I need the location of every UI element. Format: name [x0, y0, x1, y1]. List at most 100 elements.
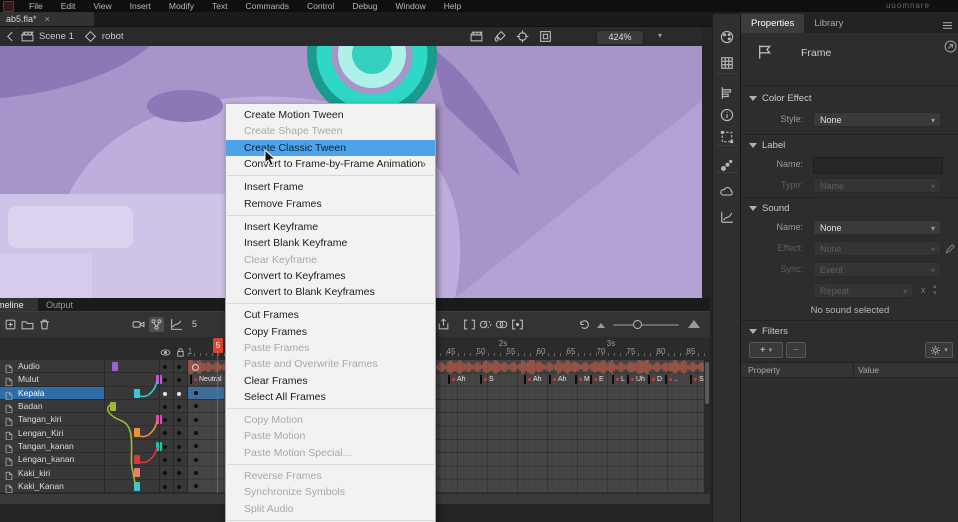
section-label[interactable]: Label	[749, 140, 785, 151]
menu-item-remove-frames[interactable]: Remove Frames	[226, 195, 435, 211]
keyframe-dot[interactable]	[194, 418, 198, 422]
edit-envelope-icon[interactable]	[945, 241, 956, 252]
menu-item-insert-frame[interactable]: Insert Frame	[226, 179, 435, 195]
menu-view[interactable]: View	[84, 0, 120, 12]
brushes-icon[interactable]	[720, 158, 734, 172]
swatches-icon[interactable]	[720, 56, 734, 70]
new-folder-button[interactable]	[21, 318, 34, 331]
keyframe-dot[interactable]	[194, 458, 198, 462]
scrollbar-thumb[interactable]	[705, 362, 709, 404]
frame-label-[interactable]: ..	[665, 374, 678, 385]
menu-item-cut-frames[interactable]: Cut Frames	[226, 307, 435, 323]
tab-output[interactable]: Output	[38, 298, 81, 311]
loop-range-button[interactable]	[463, 318, 476, 331]
layer-name-zone[interactable]: Badan	[0, 400, 104, 412]
frame-label-e[interactable]: E	[590, 374, 604, 385]
align-icon[interactable]	[720, 86, 734, 100]
menu-help[interactable]: Help	[435, 0, 470, 12]
menu-window[interactable]: Window	[386, 0, 434, 12]
menu-item-insert-blank-keyframe[interactable]: Insert Blank Keyframe	[226, 235, 435, 251]
empty-keyframe-icon[interactable]	[192, 364, 199, 371]
remove-filter-button[interactable]: −	[786, 342, 806, 358]
add-filter-button[interactable]: +▾	[749, 342, 783, 358]
frame-label-ah[interactable]: Ah	[524, 374, 542, 385]
layer-name-zone[interactable]: Tangan_kiri	[0, 413, 104, 425]
info-icon[interactable]	[720, 108, 734, 122]
layer-name-zone[interactable]: Lengan_kanan	[0, 453, 104, 465]
paint-icon[interactable]	[493, 30, 506, 43]
sound-name-dropdown[interactable]: None▾	[813, 220, 941, 235]
frame-label-s[interactable]: S	[690, 374, 704, 385]
delete-layer-button[interactable]	[38, 318, 51, 331]
frame-label-m[interactable]: M	[575, 374, 590, 385]
menu-insert[interactable]: Insert	[121, 0, 160, 12]
menu-item-select-all-frames[interactable]: Select All Frames	[226, 389, 435, 405]
zoom-out-frames-icon[interactable]	[597, 323, 605, 328]
center-frame-button[interactable]	[437, 318, 450, 331]
zoom-in-frames-icon[interactable]	[688, 320, 700, 328]
menu-item-convert-to-keyframes[interactable]: Convert to Keyframes	[226, 268, 435, 284]
zoom-level-input[interactable]: 424%	[596, 30, 644, 45]
reset-zoom-button[interactable]	[578, 318, 591, 331]
menu-item-convert-to-blank-keyframes[interactable]: Convert to Blank Keyframes	[226, 284, 435, 300]
menu-item-create-motion-tween[interactable]: Create Motion Tween	[226, 107, 435, 123]
style-dropdown[interactable]: None▾	[813, 112, 941, 127]
frame-label-ah[interactable]: Ah	[549, 374, 567, 385]
panel-menu-icon[interactable]	[942, 18, 953, 29]
timeline-zoom-knob[interactable]	[633, 320, 642, 329]
label-name-input[interactable]	[813, 157, 943, 174]
onion-outline-button[interactable]	[495, 318, 508, 331]
filter-options-button[interactable]: ▾	[925, 342, 953, 358]
layer-name-zone[interactable]: Mulut	[0, 373, 104, 385]
eye-icon[interactable]	[160, 345, 171, 356]
graph-editor-button[interactable]	[170, 318, 183, 331]
layer-name-zone[interactable]: Tangan_kanan	[0, 440, 104, 452]
menu-commands[interactable]: Commands	[237, 0, 298, 12]
section-filters[interactable]: Filters	[749, 326, 788, 337]
frame-label-s[interactable]: S	[480, 374, 494, 385]
close-icon[interactable]: ×	[45, 14, 50, 24]
onion-skin-button[interactable]	[479, 318, 492, 331]
new-layer-button[interactable]	[4, 318, 17, 331]
menu-control[interactable]: Control	[298, 0, 343, 12]
frame-label-d[interactable]: D	[648, 374, 662, 385]
menu-item-clear-frames[interactable]: Clear Frames	[226, 372, 435, 388]
tab-properties[interactable]: Properties	[741, 14, 804, 33]
parenting-view-button[interactable]	[149, 317, 164, 332]
menu-text[interactable]: Text	[203, 0, 237, 12]
layer-name-zone[interactable]: Kepala	[0, 387, 104, 399]
help-link-icon[interactable]	[944, 40, 957, 53]
edit-multiple-frames-button[interactable]	[511, 318, 524, 331]
timeline-zoom-slider[interactable]	[613, 324, 679, 326]
frame-label-uh[interactable]: Uh	[627, 374, 645, 385]
frame-label-ah[interactable]: Ah	[448, 374, 466, 385]
tab-timeline[interactable]: Timeline	[0, 298, 38, 311]
cc-libraries-icon[interactable]	[720, 185, 734, 199]
keyframe-dot[interactable]	[194, 471, 198, 475]
camera-small-icon[interactable]	[470, 30, 483, 43]
camera-button[interactable]	[132, 318, 145, 331]
menu-item-convert-to-frame-by-frame-animation[interactable]: Convert to Frame-by-Frame Animation›	[226, 156, 435, 172]
section-sound[interactable]: Sound	[749, 203, 789, 214]
keyframe-dot[interactable]	[194, 431, 198, 435]
breadcrumb-scene[interactable]: Scene 1	[39, 31, 74, 42]
section-color-effect[interactable]: Color Effect	[749, 93, 811, 104]
playhead[interactable]: 5	[213, 338, 223, 353]
tab-library[interactable]: Library	[804, 14, 853, 33]
clip-bounds-icon[interactable]	[539, 30, 552, 43]
breadcrumb-symbol[interactable]: robot	[102, 31, 124, 42]
menu-modify[interactable]: Modify	[160, 0, 203, 12]
crosshair-icon[interactable]	[516, 30, 529, 43]
timeline-scrollbar[interactable]	[704, 360, 710, 493]
menu-file[interactable]: File	[20, 0, 52, 12]
menu-item-copy-frames[interactable]: Copy Frames	[226, 324, 435, 340]
transform-icon[interactable]	[720, 130, 734, 144]
motion-editor-icon[interactable]	[720, 210, 734, 224]
menu-edit[interactable]: Edit	[52, 0, 85, 12]
menu-item-create-classic-tween[interactable]: Create Classic Tween	[226, 140, 435, 156]
menu-item-insert-keyframe[interactable]: Insert Keyframe	[226, 219, 435, 235]
frame-label-l[interactable]: L	[612, 374, 625, 385]
layer-name-zone[interactable]: Kaki_kiri	[0, 466, 104, 478]
back-icon[interactable]	[4, 30, 17, 43]
layer-name-zone[interactable]: Lengan_Kiri	[0, 426, 104, 438]
